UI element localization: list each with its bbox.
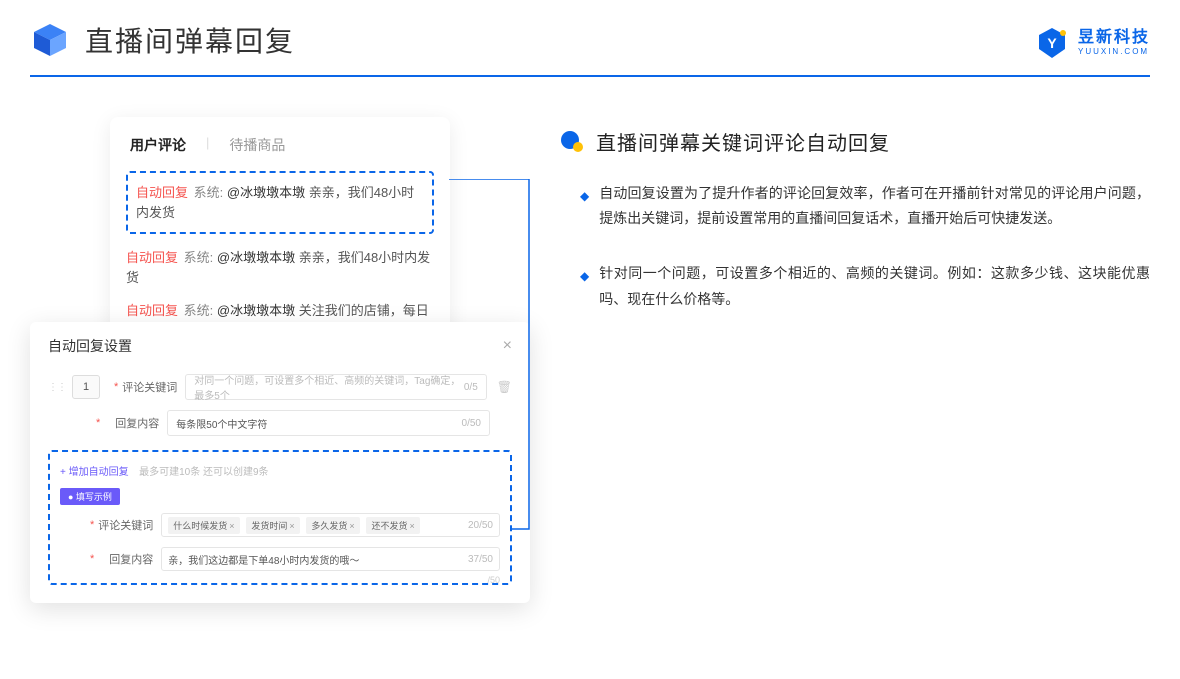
feature-bullet: ◆ 针对同一个问题，可设置多个相近的、高频的关键词。例如：这款多少钱、这块能优惠… [560,261,1150,311]
connector-line [449,179,549,679]
reply-input[interactable]: 每条限50个中文字符 0/50 [167,410,490,436]
tab-separator: | [206,135,209,155]
settings-title: 自动回复设置 [48,336,132,356]
brand-logo: Y 昱新科技 YUUXIN.COM [1034,25,1150,61]
section-title: 直播间弹幕关键词评论自动回复 [596,127,890,156]
tab-pending-products[interactable]: 待播商品 [229,135,285,155]
chat-bubble-icon [560,130,584,154]
keyword-input[interactable]: 对同一个问题，可设置多个相近、高频的关键词，Tag确定，最多5个 0/5 [185,374,486,400]
example-badge: ● 填写示例 [60,488,120,505]
svg-text:Y: Y [1047,35,1057,51]
keyword-label: 评论关键词 [122,379,177,395]
tag-chip[interactable]: 还不发货× [366,517,419,534]
index-input[interactable]: 1 [72,375,100,399]
auto-reply-message: 自动回复 系统: @冰墩墩本墩 亲亲，我们48小时内发货 [126,248,434,287]
diamond-icon: ◆ [580,186,589,231]
quota-hint: 最多可建10条 还可以创建9条 [139,467,268,478]
brand-name: 昱新科技 [1078,30,1150,46]
tag-chip[interactable]: 发货时间× [246,517,299,534]
reply-label: 回复内容 [104,415,159,431]
auto-reply-message-highlighted: 自动回复 系统: @冰墩墩本墩 亲亲，我们48小时内发货 [126,171,434,234]
brand-subtitle: YUUXIN.COM [1078,48,1150,56]
tag-chip[interactable]: 多久发货× [306,517,359,534]
feature-bullet: ◆ 自动回复设置为了提升作者的评论回复效率，作者可在开播前针对常见的评论用户问题… [560,181,1150,231]
add-auto-reply-link[interactable]: + 增加自动回复 [60,467,129,478]
tab-user-comments[interactable]: 用户评论 [130,135,186,155]
diamond-icon: ◆ [580,266,589,311]
cube-icon [30,20,70,60]
page-title: 直播间弹幕回复 [85,20,295,60]
example-section: + 增加自动回复 最多可建10条 还可以创建9条 ● 填写示例 * 评论关键词 … [48,450,512,585]
drag-handle-icon[interactable]: ⋮⋮ [48,382,66,393]
tag-chip[interactable]: 什么时候发货× [168,517,239,534]
